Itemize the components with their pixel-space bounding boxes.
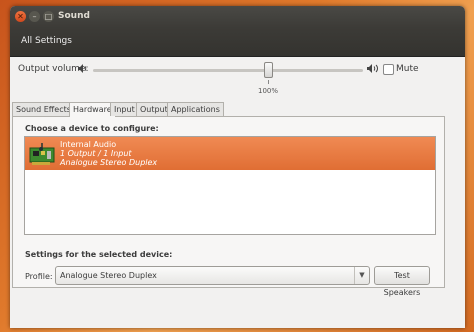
all-settings-button[interactable]: All Settings: [17, 34, 76, 49]
volume-percent-label: 100%: [258, 87, 279, 95]
maximize-icon[interactable]: □: [43, 11, 54, 22]
speaker-low-icon: [78, 64, 88, 75]
close-icon[interactable]: ✕: [15, 11, 26, 22]
chevron-down-icon: ▼: [354, 267, 369, 284]
list-item[interactable]: Internal Audio 1 Output / 1 Input Analog…: [25, 137, 435, 170]
device-list: Internal Audio 1 Output / 1 Input Analog…: [24, 136, 436, 235]
tab-hardware[interactable]: Hardware: [69, 102, 116, 117]
tab-applications[interactable]: Applications: [167, 102, 224, 116]
device-io: 1 Output / 1 Input: [60, 149, 132, 158]
volume-100-tick: [268, 80, 269, 84]
minimize-icon[interactable]: –: [29, 11, 40, 22]
volume-slider[interactable]: [93, 69, 363, 72]
test-speakers-button[interactable]: Test Speakers: [374, 266, 430, 297]
sound-card-icon: [29, 142, 55, 166]
toolbar: All Settings: [10, 28, 465, 57]
profile-select[interactable]: Analogue Stereo Duplex ▼: [55, 266, 370, 285]
window-title: Sound: [58, 11, 90, 21]
tab-sound-effects[interactable]: Sound Effects: [12, 102, 75, 116]
title-bar: ✕ – □ Sound: [10, 6, 465, 28]
mute-label: Mute: [396, 64, 419, 74]
volume-slider-handle[interactable]: [264, 62, 273, 78]
device-profile: Analogue Stereo Duplex: [60, 158, 158, 167]
mute-checkbox[interactable]: [383, 64, 394, 75]
device-name: Internal Audio: [60, 140, 117, 149]
tab-input[interactable]: Input: [110, 102, 139, 116]
profile-select-value: Analogue Stereo Duplex: [60, 271, 157, 280]
profile-label: Profile:: [25, 272, 53, 281]
speaker-high-icon: [367, 64, 379, 75]
choose-device-heading: Choose a device to configure:: [25, 124, 159, 133]
settings-heading: Settings for the selected device:: [25, 250, 173, 259]
